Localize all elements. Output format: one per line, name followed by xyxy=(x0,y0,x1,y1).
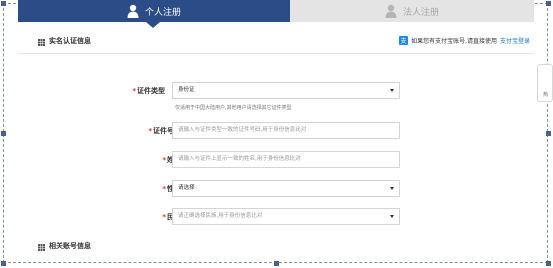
id-type-label: *证件类型 xyxy=(132,87,165,95)
user-icon xyxy=(385,4,397,18)
section-title: 相关账号信息 xyxy=(49,242,91,250)
resize-handle-bottom-right[interactable] xyxy=(546,261,551,266)
resize-handle-top-left[interactable] xyxy=(1,1,6,6)
id-number-input[interactable]: 请输入与证件类型一致的证件号码,用于身份信息比对 xyxy=(172,122,400,139)
tab-personal-label: 个人注册 xyxy=(144,7,181,18)
id-type-select[interactable]: 身份证 xyxy=(172,82,400,99)
realname-section-header: 实名认证信息 支 如果您有支付宝账号,请直接使用 支付宝登录 xyxy=(18,31,534,54)
alipay-icon: 支 xyxy=(399,36,409,45)
registration-tabs: 个人注册 法人注册 xyxy=(18,0,534,28)
id-type-hint: 仅适用于中国大陆用户,其他用户请选择其它证件类型 xyxy=(175,105,292,111)
user-icon xyxy=(127,4,139,18)
resize-handle-top-right[interactable] xyxy=(546,1,551,6)
grid-icon xyxy=(38,244,45,251)
side-widget-text: 热 xyxy=(543,92,549,98)
tab-company-registration[interactable]: 法人注册 xyxy=(290,0,534,22)
name-input[interactable]: 请输入与证件上显示一致的姓名,用于身份信息比对 xyxy=(172,151,400,168)
alipay-login-link[interactable]: 支付宝登录 xyxy=(500,36,530,45)
resize-handle-mid-left[interactable] xyxy=(1,131,6,136)
chevron-down-icon xyxy=(390,215,394,218)
alipay-login-note: 支 如果您有支付宝账号,请直接使用 支付宝登录 xyxy=(399,36,530,45)
gender-select[interactable]: 请选择 xyxy=(172,180,400,197)
section-title: 实名认证信息 xyxy=(49,37,91,45)
grid-icon xyxy=(38,39,45,46)
active-tab-pointer xyxy=(146,22,160,28)
resize-handle-bottom-mid[interactable] xyxy=(274,261,279,266)
resize-handle-bottom-left[interactable] xyxy=(1,261,6,266)
chevron-down-icon xyxy=(390,89,394,92)
tab-personal-registration[interactable]: 个人注册 xyxy=(18,0,290,28)
alipay-note-text: 如果您有支付宝账号,请直接使用 xyxy=(411,38,497,45)
chevron-down-icon xyxy=(390,187,394,190)
ethnicity-select[interactable]: 请正确选择民族,用于身份信息比对 xyxy=(172,208,400,225)
resize-handle-mid-right[interactable] xyxy=(546,131,551,136)
tab-company-label: 法人注册 xyxy=(402,7,439,18)
account-section-header: 相关账号信息 xyxy=(18,236,534,258)
